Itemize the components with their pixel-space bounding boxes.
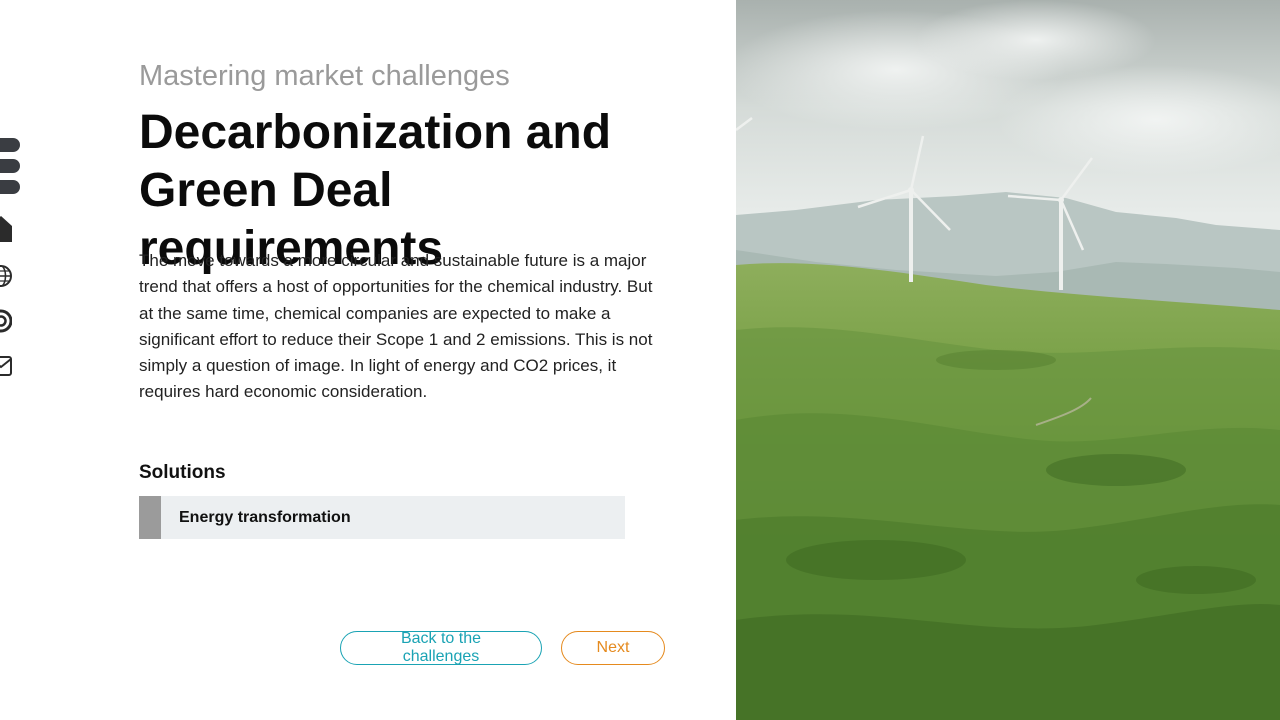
back-to-challenges-button[interactable]: Back to the challenges [340,630,542,665]
side-rail [0,0,30,720]
solution-accent-bar [139,496,161,539]
page: Mastering market challenges Decarbonizat… [0,0,1280,720]
menu-icon[interactable] [0,138,20,194]
solutions-heading: Solutions [139,462,226,483]
intro-text: The move towards a more circular and sus… [139,251,653,402]
hero-image [736,0,1280,720]
globe-icon[interactable] [0,264,12,288]
solution-label: Energy transformation [179,508,351,526]
page-subtitle: Mastering market challenges [139,60,510,92]
content-column: Mastering market challenges Decarbonizat… [139,0,699,720]
solution-item-energy-transformation[interactable]: Energy transformation [139,496,625,539]
next-button[interactable]: Next [561,631,665,665]
target-icon[interactable] [0,308,13,334]
home-icon[interactable] [0,216,12,242]
mail-icon[interactable] [0,356,12,376]
